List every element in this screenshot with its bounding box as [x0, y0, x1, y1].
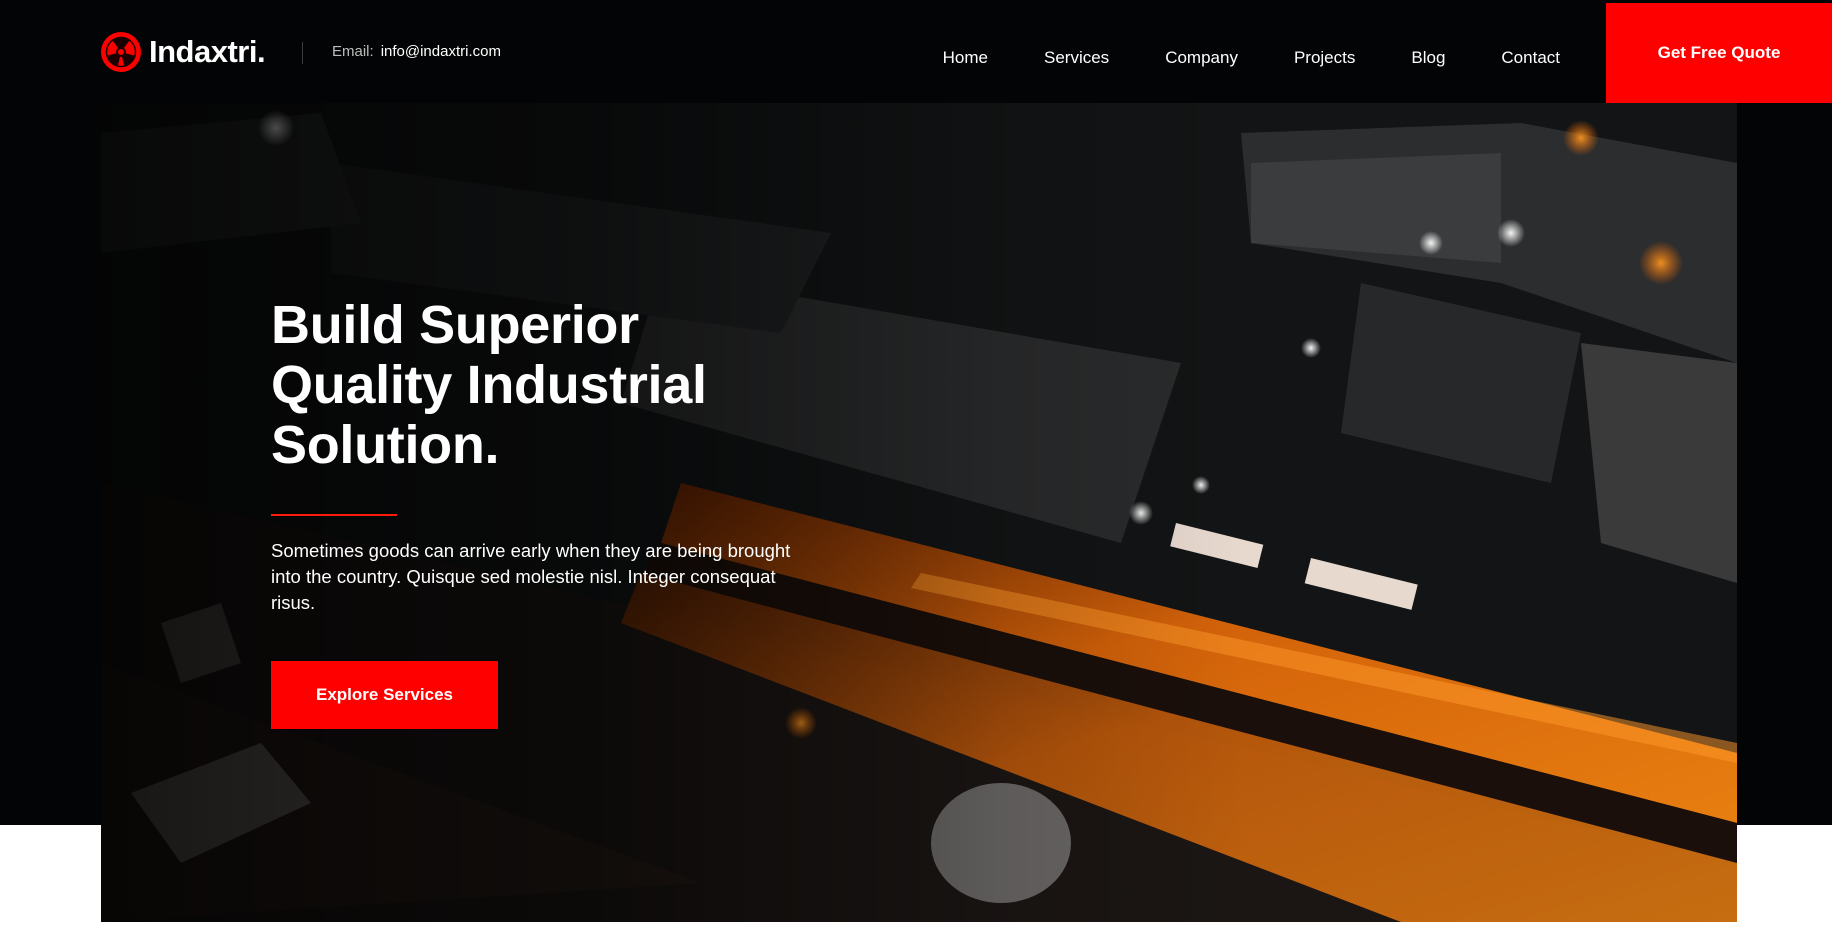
- email-link[interactable]: info@indaxtri.com: [381, 43, 501, 60]
- site-header: Indaxtri. Email: info@indaxtri.com Home …: [0, 0, 1832, 103]
- hero-section: Build Superior Quality Industrial Soluti…: [101, 103, 1737, 922]
- email-label: Email:: [332, 43, 374, 60]
- hero-title-line: Solution.: [271, 415, 500, 475]
- header-divider: [302, 42, 303, 64]
- header-email: Email: info@indaxtri.com: [332, 43, 501, 60]
- radiation-hazard-icon: [101, 32, 141, 72]
- hero-title-line: Quality Industrial: [271, 355, 707, 415]
- explore-services-button[interactable]: Explore Services: [271, 661, 498, 729]
- hero-subtitle: Sometimes goods can arrive early when th…: [271, 540, 791, 613]
- hero-title: Build Superior Quality Industrial Soluti…: [271, 295, 831, 475]
- nav-projects[interactable]: Projects: [1294, 48, 1355, 68]
- hero-overlay: [101, 103, 1737, 922]
- nav-home[interactable]: Home: [943, 48, 988, 68]
- brand-name: Indaxtri.: [149, 34, 266, 69]
- hero-title-line: Build Superior: [271, 295, 639, 355]
- main-nav: Home Services Company Projects Blog Cont…: [943, 48, 1560, 68]
- nav-blog[interactable]: Blog: [1411, 48, 1445, 68]
- nav-company[interactable]: Company: [1165, 48, 1238, 68]
- brand-logo[interactable]: Indaxtri.: [100, 31, 266, 73]
- nav-services[interactable]: Services: [1044, 48, 1109, 68]
- hero-accent-divider: [271, 514, 397, 516]
- get-free-quote-button[interactable]: Get Free Quote: [1606, 3, 1832, 103]
- nav-contact[interactable]: Contact: [1501, 48, 1560, 68]
